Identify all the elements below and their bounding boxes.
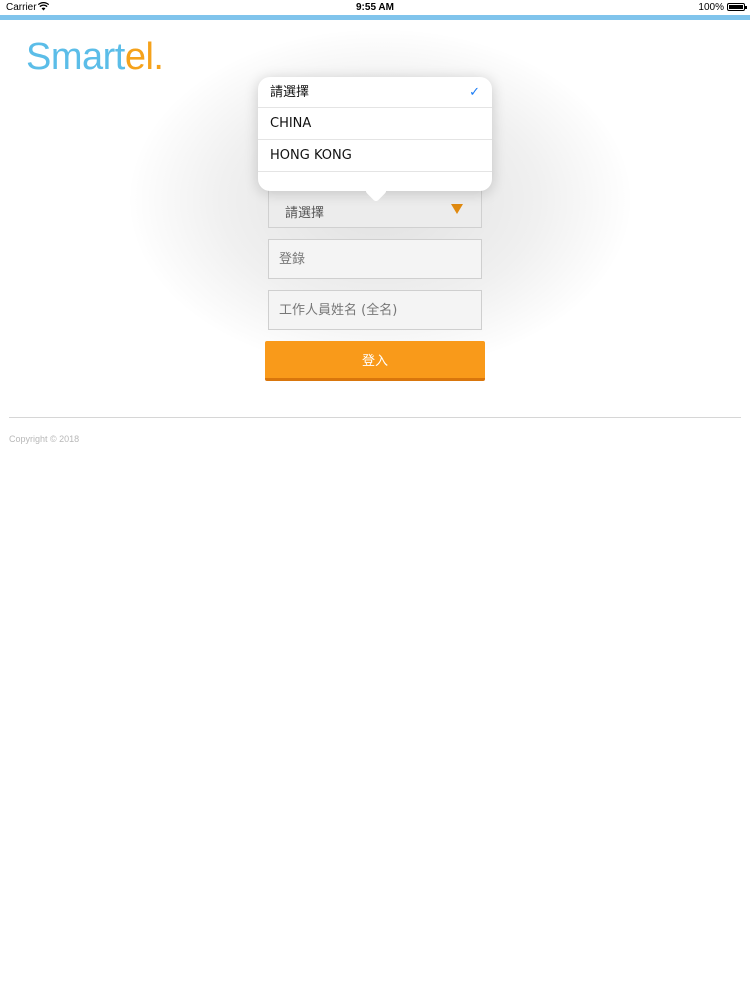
region-option-hong-kong[interactable]: HONG KONG — [258, 140, 492, 172]
checkmark-icon: ✓ — [469, 85, 480, 100]
top-accent-stripe — [0, 15, 750, 20]
logo-part-orange: el. — [124, 36, 164, 78]
battery-percent: 100% — [698, 2, 724, 13]
region-options-list: 請選擇 ✓ CHINA HONG KONG — [258, 77, 492, 172]
region-dropdown-popover: 請選擇 ✓ CHINA HONG KONG — [258, 77, 492, 203]
battery-icon — [727, 3, 747, 11]
region-option-china[interactable]: CHINA — [258, 108, 492, 140]
login-input[interactable] — [268, 239, 482, 279]
footer-divider — [9, 417, 741, 418]
status-bar: Carrier 9:55 AM 100% — [0, 0, 750, 15]
region-select-value: 請選擇 — [285, 206, 325, 221]
option-label: CHINA — [270, 116, 312, 131]
option-label: 請選擇 — [270, 85, 310, 100]
login-button[interactable]: 登入 — [265, 341, 485, 381]
copyright-text: Copyright © 2018 — [9, 434, 80, 444]
logo-part-blue: Smart — [26, 36, 125, 78]
smartel-logo: Smartel. — [26, 36, 164, 79]
dropdown-arrow-icon — [451, 204, 463, 214]
region-option-placeholder[interactable]: 請選擇 ✓ — [258, 77, 492, 108]
option-label: HONG KONG — [270, 148, 352, 163]
clock: 9:55 AM — [356, 2, 394, 13]
staff-name-input[interactable] — [268, 290, 482, 330]
